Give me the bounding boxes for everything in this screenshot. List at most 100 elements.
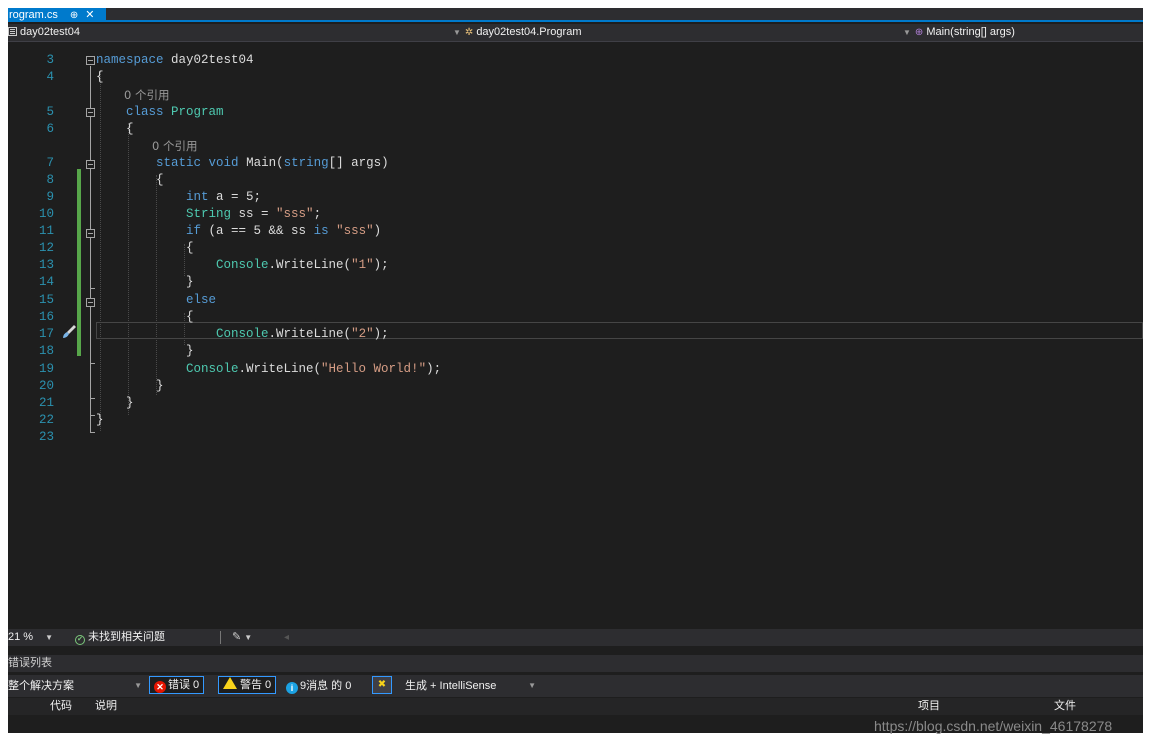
error-list-header: 代码 说明 项目 文件 <box>8 698 1143 715</box>
line-number: 16 <box>38 310 54 324</box>
column-header-file[interactable]: 文件 <box>1054 698 1076 715</box>
code-text: static void Main(string[] args) <box>156 156 389 170</box>
close-icon[interactable]: ✕ <box>85 9 94 21</box>
line-number: 19 <box>38 362 54 376</box>
type-name: day02test04.Program <box>476 26 582 38</box>
line-number: 17 <box>38 327 54 341</box>
code-line: 18 } <box>8 343 1143 360</box>
chevron-down-icon[interactable]: ▼ <box>453 28 461 37</box>
check-circle-icon: ✔ <box>75 635 85 645</box>
tab-program-cs[interactable]: rogram.cs ⊕ ✕ <box>8 8 106 22</box>
chevron-down-icon: ▼ <box>134 681 142 690</box>
project-icon <box>8 27 17 36</box>
code-cleanup-button[interactable]: ✎ ▼ <box>232 629 252 646</box>
pin-icon[interactable]: ⊕ <box>70 10 78 21</box>
code-line: 13 Console.WriteLine("1"); <box>8 257 1143 274</box>
errors-filter-button[interactable]: ✕ 错误 0 <box>149 676 205 694</box>
code-line: 15 else <box>8 292 1143 309</box>
chevron-down-icon[interactable]: ▼ <box>903 28 911 37</box>
navigation-bar: day02test04 ▼ ✲ day02test04.Program ▼ ⊕ Main… <box>8 24 1143 42</box>
line-number: 14 <box>38 275 54 289</box>
code-text: class Program <box>126 105 224 119</box>
chevron-down-icon: ▼ <box>244 633 253 642</box>
code-text: } <box>96 275 194 289</box>
line-number: 9 <box>46 190 54 204</box>
code-line: 21 } <box>8 395 1143 412</box>
errors-label: 错误 0 <box>168 679 200 691</box>
code-text: { <box>96 241 194 255</box>
line-number: 8 <box>46 173 54 187</box>
code-line: 23 <box>8 429 1143 446</box>
code-text: { <box>96 173 164 187</box>
column-header-description[interactable]: 说明 <box>95 698 117 715</box>
code-line: 17 Console.WriteLine("2"); <box>8 326 1143 343</box>
line-number: 21 <box>38 396 54 410</box>
warnings-label: 警告 0 <box>240 679 272 691</box>
messages-label: 9消息 的 0 <box>300 680 352 692</box>
watermark: https://blog.csdn.net/weixin_46178278 <box>874 718 1113 734</box>
line-number: 18 <box>38 344 54 358</box>
code-line: 12 { <box>8 240 1143 257</box>
code-line: 4{ <box>8 69 1143 86</box>
line-number: 11 <box>38 224 54 238</box>
issues-text: 未找到相关问题 <box>88 631 165 643</box>
code-line: 6 { <box>8 121 1143 138</box>
scope-dropdown[interactable]: 整个解决方案 ▼ <box>8 676 146 694</box>
line-number: 23 <box>38 430 54 444</box>
visual-studio-window: rogram.cs ⊕ ✕ day02test04 ▼ ✲ day02test04.Pr… <box>8 8 1143 733</box>
code-text: { <box>96 70 104 84</box>
line-number: 22 <box>38 413 54 427</box>
project-dropdown[interactable]: day02test04 <box>8 24 453 41</box>
warnings-filter-button[interactable]: 警告 0 <box>218 676 277 694</box>
messages-filter-button[interactable]: i 9消息 的 0 <box>286 676 351 696</box>
code-editor[interactable]: 3 namespace day02test04 4{ 0 个引用 5 class … <box>8 43 1143 629</box>
column-header-code[interactable]: 代码 <box>50 698 72 715</box>
column-header-project[interactable]: 项目 <box>918 698 940 715</box>
filter-button[interactable]: ✖ <box>372 676 392 694</box>
code-text: else <box>186 293 217 307</box>
member-name: Main(string[] args) <box>926 26 1015 38</box>
filter-icon: ✖ <box>377 679 387 690</box>
separator <box>220 631 221 644</box>
scope-value: 整个解决方案 <box>8 680 74 692</box>
code-line: 22} <box>8 412 1143 429</box>
code-text: { <box>96 122 134 136</box>
code-text: } <box>96 379 164 393</box>
code-lens-references[interactable]: 0 个引用 <box>152 138 197 154</box>
line-number: 13 <box>38 258 54 272</box>
code-text: namespace day02test04 <box>96 53 254 67</box>
code-text: Console.WriteLine("Hello World!"); <box>186 362 442 376</box>
code-text: } <box>96 344 194 358</box>
code-line: 9 int a = 5; <box>8 189 1143 206</box>
code-line: 8 { <box>8 172 1143 189</box>
chevron-down-icon[interactable]: ▼ <box>45 633 53 642</box>
code-text: if (a == 5 && ss is "sss") <box>186 224 382 238</box>
zoom-dropdown[interactable]: 21 % ▼ <box>8 629 53 646</box>
line-number: 3 <box>46 53 54 67</box>
warning-icon <box>223 677 237 689</box>
code-text: int a = 5; <box>186 190 262 204</box>
code-line: 14 } <box>8 274 1143 291</box>
build-source-dropdown[interactable]: 生成 + IntelliSense ▼ <box>400 676 540 694</box>
code-line: 16 { <box>8 309 1143 326</box>
editor-status-bar: 21 % ▼ ✔ 未找到相关问题 ✎ ▼ ◂ <box>8 629 1143 646</box>
line-number: 5 <box>46 105 54 119</box>
error-icon: ✕ <box>154 681 166 693</box>
code-text: } <box>96 413 104 427</box>
info-icon: i <box>286 682 298 694</box>
class-icon: ✲ <box>464 27 474 38</box>
line-number: 4 <box>46 70 54 84</box>
error-list-toolbar: 整个解决方案 ▼ ✕ 错误 0 警告 0 i 9消息 的 0 ✖ 生成 + Intel… <box>8 675 1143 697</box>
type-dropdown[interactable]: ▼ ✲ day02test04.Program <box>453 24 903 41</box>
issues-indicator[interactable]: ✔ 未找到相关问题 <box>75 629 165 646</box>
code-text: Console.WriteLine("1"); <box>216 258 389 272</box>
line-number: 15 <box>38 293 54 307</box>
member-dropdown[interactable]: ▼ ⊕ Main(string[] args) <box>903 24 1143 41</box>
scroll-left-icon[interactable]: ◂ <box>284 629 289 646</box>
code-text: { <box>96 310 194 324</box>
error-list-title: 错误列表 <box>8 655 1143 672</box>
code-lens-references[interactable]: 0 个引用 <box>124 87 169 103</box>
line-number: 10 <box>38 207 54 221</box>
paintbrush-icon: ✎ <box>232 631 242 643</box>
code-line: 10 String ss = "sss"; <box>8 206 1143 223</box>
